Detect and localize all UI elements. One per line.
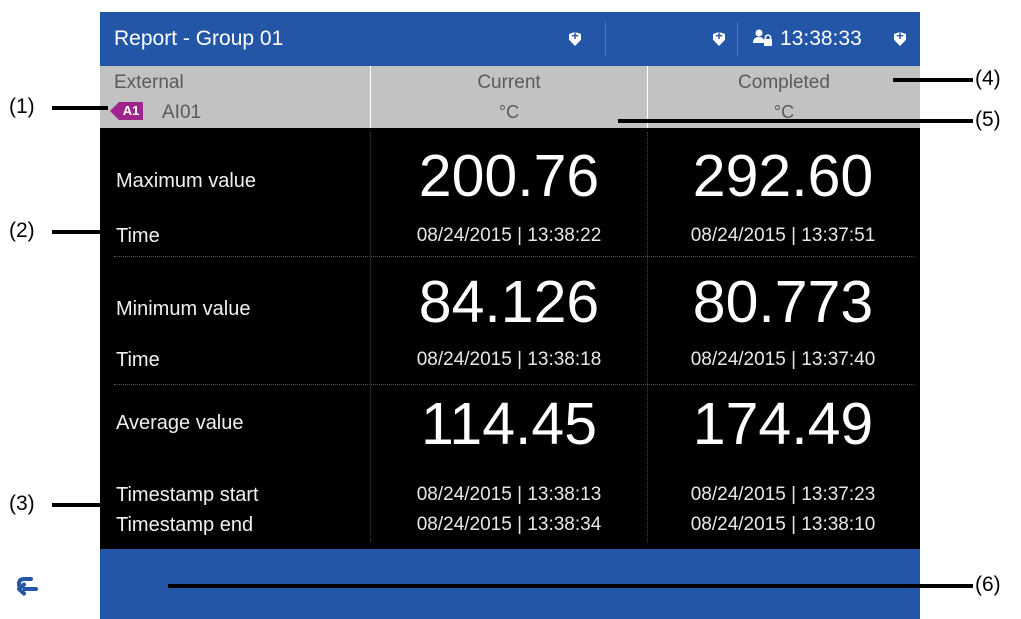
- channel-badge-label: A1: [119, 102, 143, 120]
- channel-name: AI01: [162, 102, 202, 123]
- min-time-label: Time: [116, 349, 160, 371]
- title-bar: Report - Group 01 13:38:33: [100, 12, 920, 66]
- avg-start-label: Timestamp start: [116, 484, 259, 506]
- shield-plus-icon[interactable]: [569, 32, 581, 46]
- max-completed-time: 08/24/2015 | 13:37:51: [690, 225, 876, 246]
- max-completed-value: 292.60: [692, 143, 874, 209]
- min-current-value: 84.126: [418, 269, 600, 335]
- max-time-label: Time: [116, 225, 160, 247]
- callout-3: (3): [9, 492, 35, 515]
- avg-current-start: 08/24/2015 | 13:38:13: [416, 484, 602, 505]
- callout-2-line: [52, 230, 112, 234]
- shield-plus-icon[interactable]: [894, 32, 906, 46]
- callout-5-line: [618, 119, 973, 123]
- header-external-label: External: [114, 72, 184, 93]
- min-completed-value: 80.773: [692, 269, 874, 335]
- report-screen: Report - Group 01 13:38:33 External A1 A…: [100, 12, 920, 619]
- min-row: Minimum value Time 84.126 08/24/2015 | 1…: [100, 258, 920, 384]
- header-completed-label: Completed: [738, 72, 830, 93]
- avg-completed-start: 08/24/2015 | 13:37:23: [690, 484, 876, 505]
- callout-5: (5): [975, 108, 1001, 131]
- user-lock-icon: [753, 29, 772, 46]
- separator: [605, 22, 606, 56]
- avg-completed-value: 174.49: [692, 391, 874, 457]
- min-completed-time: 08/24/2015 | 13:37:40: [690, 349, 876, 370]
- badge-arrow-icon: [110, 102, 119, 120]
- header-current-unit: °C: [498, 102, 520, 122]
- callout-6: (6): [975, 573, 1001, 596]
- callout-3-line: [52, 503, 112, 507]
- avg-current-end: 08/24/2015 | 13:38:34: [416, 514, 602, 535]
- clock: 13:38:33: [780, 27, 862, 50]
- callout-1-line: [52, 106, 108, 110]
- callout-2: (2): [9, 219, 35, 242]
- callout-4-line: [893, 78, 973, 82]
- callout-6-line: [168, 584, 973, 588]
- avg-current-value: 114.45: [420, 391, 598, 457]
- window-title: Report - Group 01: [114, 27, 284, 50]
- callout-1: (1): [9, 95, 35, 118]
- header-external: External A1 AI01: [100, 66, 370, 128]
- row-divider: [114, 256, 914, 257]
- header-current-label: Current: [477, 72, 541, 93]
- avg-row: Average value Timestamp start Timestamp …: [100, 386, 920, 546]
- header-current: Current °C: [371, 66, 647, 128]
- avg-end-label: Timestamp end: [116, 514, 254, 536]
- callout-4: (4): [975, 67, 1001, 90]
- avg-label: Average value: [116, 412, 244, 434]
- max-label: Maximum value: [116, 170, 257, 192]
- min-current-time: 08/24/2015 | 13:38:18: [416, 349, 602, 370]
- row-divider: [114, 384, 914, 385]
- max-row: Maximum value Time 200.76 08/24/2015 | 1…: [100, 128, 920, 258]
- max-current-time: 08/24/2015 | 13:38:22: [416, 225, 602, 246]
- avg-completed-end: 08/24/2015 | 13:38:10: [690, 514, 876, 535]
- back-icon[interactable]: [11, 569, 45, 603]
- shield-plus-icon[interactable]: [713, 32, 725, 46]
- min-label: Minimum value: [116, 298, 251, 320]
- separator: [737, 22, 738, 56]
- max-current-value: 200.76: [418, 143, 600, 209]
